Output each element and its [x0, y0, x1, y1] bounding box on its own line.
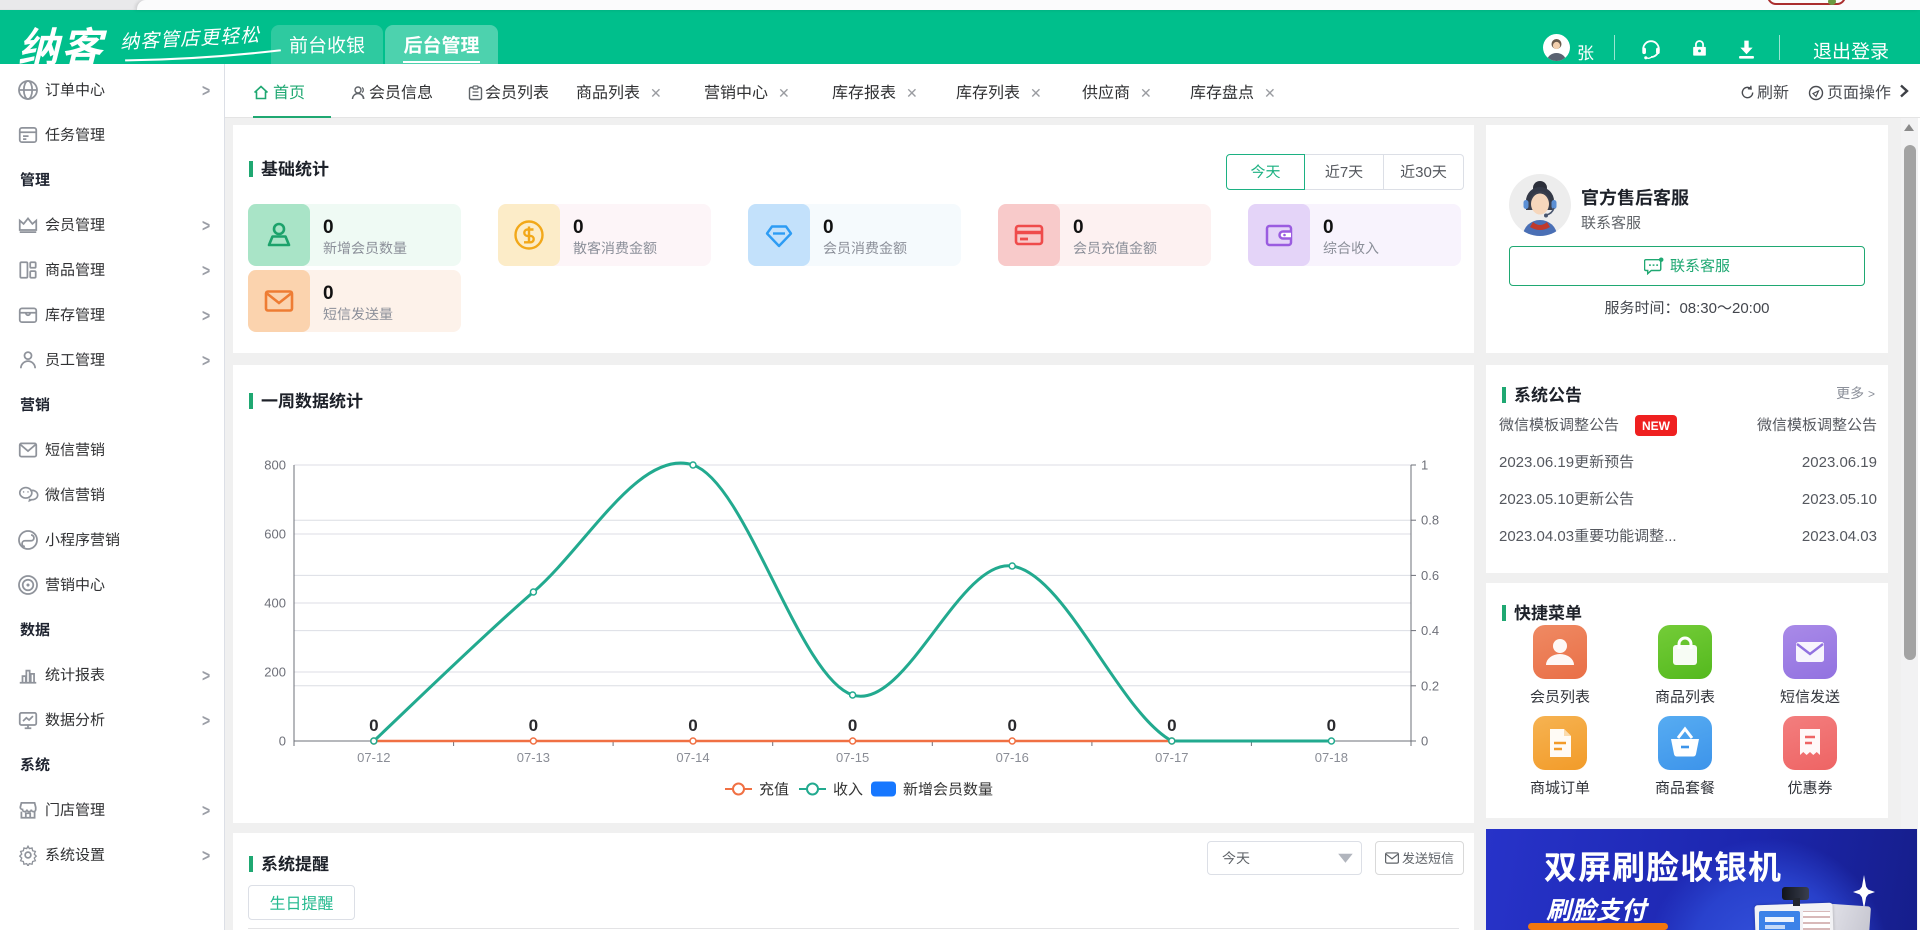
svg-text:0.6: 0.6 — [1421, 565, 1439, 584]
svg-text:0: 0 — [848, 711, 857, 736]
svg-text:0: 0 — [1167, 711, 1176, 736]
svg-text:07-18: 07-18 — [1315, 747, 1348, 766]
svg-text:0: 0 — [369, 711, 378, 736]
svg-text:0: 0 — [1327, 711, 1336, 736]
svg-text:收入: 收入 — [833, 779, 863, 800]
svg-text:0: 0 — [529, 711, 538, 736]
svg-text:07-12: 07-12 — [357, 747, 390, 766]
svg-text:0.4: 0.4 — [1421, 620, 1439, 639]
svg-text:400: 400 — [264, 593, 286, 612]
svg-text:07-15: 07-15 — [836, 747, 869, 766]
svg-text:07-13: 07-13 — [517, 747, 550, 766]
svg-text:0: 0 — [1421, 731, 1428, 750]
svg-text:800: 800 — [264, 455, 286, 474]
svg-text:1: 1 — [1421, 455, 1428, 474]
svg-text:充值: 充值 — [759, 779, 789, 800]
svg-text:0: 0 — [688, 711, 697, 736]
svg-text:07-16: 07-16 — [996, 747, 1029, 766]
svg-text:0.2: 0.2 — [1421, 675, 1439, 694]
svg-text:0.8: 0.8 — [1421, 510, 1439, 529]
svg-text:600: 600 — [264, 524, 286, 543]
svg-text:07-14: 07-14 — [676, 747, 709, 766]
svg-text:新增会员数量: 新增会员数量 — [903, 779, 993, 800]
svg-text:07-17: 07-17 — [1155, 747, 1188, 766]
svg-text:200: 200 — [264, 662, 286, 681]
svg-text:0: 0 — [279, 731, 286, 750]
svg-text:0: 0 — [1007, 711, 1016, 736]
